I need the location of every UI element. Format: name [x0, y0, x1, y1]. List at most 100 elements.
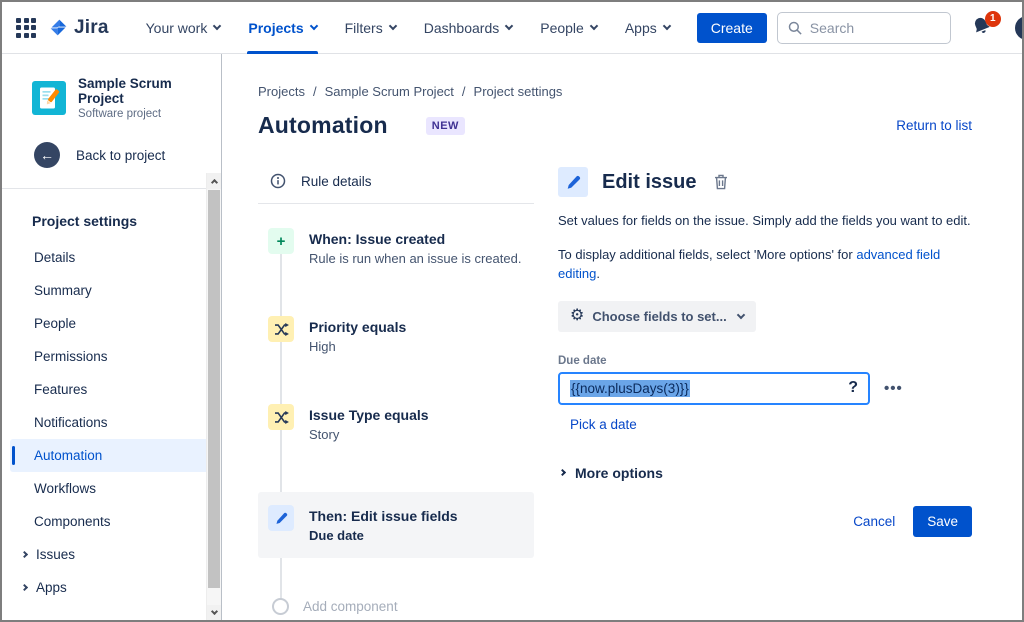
rule-step-trigger[interactable]: + When: Issue created Rule is run when a… [268, 228, 534, 266]
breadcrumb-projects[interactable]: Projects [258, 84, 305, 99]
help-icon[interactable]: ? [1015, 16, 1024, 40]
chevron-right-icon [21, 584, 28, 591]
editor-actions: Cancel Save [558, 506, 972, 537]
due-date-label: Due date [558, 355, 972, 367]
chevron-down-icon [590, 22, 598, 30]
scrollbar-thumb[interactable] [208, 190, 220, 588]
back-to-project-button[interactable]: ← Back to project [2, 142, 221, 168]
sidebar-scrollbar[interactable] [206, 173, 221, 621]
jira-logo-text: Jira [74, 17, 109, 39]
breadcrumb-separator: / [462, 84, 466, 99]
return-to-list-link[interactable]: Return to list [896, 118, 972, 133]
breadcrumb-settings[interactable]: Project settings [474, 84, 563, 99]
add-component-button[interactable]: Add component [268, 598, 534, 615]
sidebar-item-workflows[interactable]: Workflows [32, 472, 197, 505]
editor-header: Edit issue [558, 167, 972, 197]
sidebar-item-notifications[interactable]: Notifications [32, 406, 197, 439]
plus-icon: + [268, 228, 294, 254]
chevron-down-icon [388, 22, 396, 30]
search-box[interactable] [777, 12, 951, 44]
search-icon [788, 21, 802, 35]
project-sidebar: Sample Scrum Project Software project ← … [2, 54, 222, 621]
shuffle-icon [268, 316, 294, 342]
breadcrumb-project[interactable]: Sample Scrum Project [325, 84, 454, 99]
chevron-down-icon [663, 22, 671, 30]
pencil-icon [558, 167, 588, 197]
rule-step-action-edit-issue[interactable]: Then: Edit issue fields Due date [258, 492, 534, 558]
project-header: Sample Scrum Project Software project [2, 76, 221, 120]
nav-item-filters[interactable]: Filters [334, 2, 407, 54]
breadcrumb: Projects / Sample Scrum Project / Projec… [258, 84, 972, 99]
sidebar-item-automation[interactable]: Automation [10, 439, 211, 472]
jira-logo-icon [48, 17, 69, 38]
project-settings-nav: Project settings Details Summary People … [2, 189, 221, 604]
scrollbar-down-button[interactable] [207, 605, 221, 621]
sidebar-item-details[interactable]: Details [32, 241, 197, 274]
nav-item-projects[interactable]: Projects [237, 2, 327, 54]
more-menu-icon[interactable]: ••• [884, 380, 903, 397]
due-date-value: {{now.plusDays(3)}} [570, 380, 690, 397]
sidebar-item-issues[interactable]: Issues [20, 538, 197, 571]
rule-column: Rule details + When: Issue created Rule … [258, 165, 534, 615]
top-navbar: Jira Your work Projects Filters Dashboar… [2, 2, 1022, 54]
chevron-right-icon [21, 551, 28, 558]
main-content: Projects / Sample Scrum Project / Projec… [222, 54, 1022, 621]
due-date-input[interactable]: {{now.plusDays(3)}} ? [558, 372, 870, 405]
sidebar-item-apps[interactable]: Apps [20, 571, 197, 604]
info-icon [270, 173, 286, 189]
editor-description-2: To display additional fields, select 'Mo… [558, 246, 972, 284]
rule-divider [258, 203, 534, 204]
pick-a-date-link[interactable]: Pick a date [570, 417, 637, 432]
page-header: Automation NEW Return to list [258, 112, 972, 139]
navbar-icons: 1 ? ⚙ NV [971, 15, 1024, 41]
sidebar-item-permissions[interactable]: Permissions [32, 340, 197, 373]
add-component-circle-icon [272, 598, 289, 615]
chevron-down-icon [309, 22, 317, 30]
more-options-toggle[interactable]: More options [558, 465, 972, 481]
rule-details-button[interactable]: Rule details [258, 173, 534, 189]
jira-window: Jira Your work Projects Filters Dashboar… [0, 0, 1024, 622]
back-arrow-icon: ← [34, 142, 60, 168]
notification-badge: 1 [985, 11, 1001, 27]
project-avatar [32, 81, 66, 115]
nav-item-apps[interactable]: Apps [614, 2, 681, 54]
breadcrumb-separator: / [313, 84, 317, 99]
save-button[interactable]: Save [913, 506, 972, 537]
nav-item-people[interactable]: People [529, 2, 608, 54]
editor-description-1: Set values for fields on the issue. Simp… [558, 212, 972, 231]
rule-step-condition-issuetype[interactable]: Issue Type equals Story [268, 404, 534, 442]
primary-nav: Your work Projects Filters Dashboards Pe… [135, 2, 681, 54]
sidebar-item-features[interactable]: Features [32, 373, 197, 406]
chevron-down-icon [505, 22, 513, 30]
cancel-button[interactable]: Cancel [853, 514, 895, 529]
gear-icon: ⚙ [570, 308, 584, 324]
chevron-down-icon [213, 22, 221, 30]
page-title: Automation [258, 112, 388, 139]
choose-fields-button[interactable]: ⚙ Choose fields to set... [558, 301, 756, 332]
rule-timeline: + When: Issue created Rule is run when a… [258, 228, 534, 615]
scrollbar-up-button[interactable] [207, 173, 221, 189]
jira-logo[interactable]: Jira [48, 17, 109, 39]
chevron-down-icon [736, 310, 744, 318]
new-badge: NEW [426, 117, 465, 135]
create-button[interactable]: Create [697, 13, 767, 43]
sidebar-item-components[interactable]: Components [32, 505, 197, 538]
action-editor-panel: Edit issue Set values for fields on the … [558, 165, 972, 615]
chevron-right-icon [559, 469, 566, 476]
sidebar-section-title: Project settings [32, 207, 197, 235]
project-type: Software project [78, 108, 205, 120]
app-switcher-icon[interactable] [16, 15, 36, 41]
search-input[interactable] [810, 20, 940, 36]
pencil-icon [268, 505, 294, 531]
rule-step-condition-priority[interactable]: Priority equals High [268, 316, 534, 354]
smart-value-help-icon[interactable]: ? [848, 379, 858, 397]
sidebar-item-people[interactable]: People [32, 307, 197, 340]
nav-item-your-work[interactable]: Your work [135, 2, 232, 54]
notifications-icon[interactable]: 1 [971, 15, 995, 41]
editor-title: Edit issue [602, 171, 696, 194]
sidebar-item-summary[interactable]: Summary [32, 274, 197, 307]
nav-item-dashboards[interactable]: Dashboards [413, 2, 524, 54]
shuffle-icon [268, 404, 294, 430]
delete-action-icon[interactable] [714, 174, 728, 190]
project-name: Sample Scrum Project [78, 76, 205, 106]
